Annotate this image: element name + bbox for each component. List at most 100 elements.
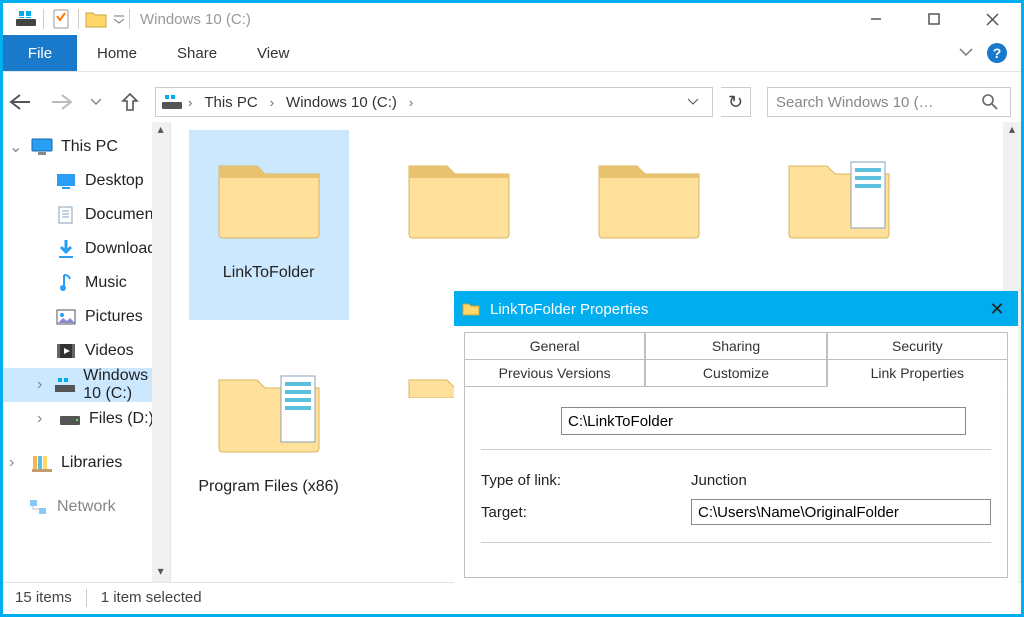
back-button[interactable]	[3, 85, 37, 119]
separator	[129, 9, 130, 29]
maximize-button[interactable]	[905, 3, 963, 35]
separator	[43, 9, 44, 29]
folder-program-files-x86[interactable]: Program Files (x86)	[189, 344, 349, 534]
search-box[interactable]: Search Windows 10 (…	[767, 87, 1011, 117]
window-controls	[847, 3, 1021, 35]
nav-network[interactable]: Network	[3, 490, 170, 524]
expand-icon[interactable]: ›	[37, 376, 47, 394]
search-icon[interactable]	[982, 94, 1010, 110]
network-icon	[27, 496, 49, 518]
nav-desktop[interactable]: Desktop	[3, 164, 170, 198]
status-item-count: 15 items	[15, 589, 72, 606]
folder-linktofolder[interactable]: LinkToFolder	[189, 130, 349, 320]
target-label: Target:	[481, 504, 691, 521]
ribbon-tabs: File Home Share View ?	[3, 35, 1021, 72]
navpane-scrollbar[interactable]: ▴ ▾	[152, 122, 170, 582]
folder-with-doc-icon	[209, 358, 329, 458]
folder-qat-icon[interactable]	[81, 5, 111, 33]
window-title: Windows 10 (C:)	[140, 11, 251, 28]
folder-icon	[589, 144, 709, 244]
chevron-right-icon[interactable]: ›	[405, 95, 417, 110]
dialog-tabstrip: General Sharing Security Previous Versio…	[464, 332, 1008, 387]
tab-previous-versions[interactable]: Previous Versions	[464, 359, 645, 387]
minimize-button[interactable]	[847, 3, 905, 35]
home-tab[interactable]: Home	[77, 35, 157, 71]
nav-music[interactable]: Music	[3, 266, 170, 300]
documents-icon	[55, 204, 77, 226]
type-of-link-value: Junction	[691, 472, 747, 489]
scroll-up-icon[interactable]: ▴	[1003, 122, 1021, 140]
target-input[interactable]	[691, 499, 991, 525]
tab-panel-link-properties: Type of link: Junction Target:	[464, 387, 1008, 578]
scroll-up-icon[interactable]: ▴	[152, 122, 170, 140]
nav-drive-d[interactable]: › Files (D:)	[3, 402, 170, 436]
desktop-icon	[55, 170, 77, 192]
tab-general[interactable]: General	[464, 332, 645, 360]
tab-customize[interactable]: Customize	[645, 359, 826, 387]
nav-drive-c[interactable]: › Windows 10 (C:)	[3, 368, 170, 402]
tab-link-properties[interactable]: Link Properties	[827, 359, 1008, 387]
app-icon[interactable]	[11, 5, 41, 33]
nav-toolbar: › This PC › Windows 10 (C:) › ↻ Search W…	[3, 72, 1021, 122]
ribbon-expand-icon[interactable]	[959, 48, 973, 58]
nav-label: Videos	[85, 342, 134, 360]
forward-button[interactable]	[45, 85, 79, 119]
share-tab[interactable]: Share	[157, 35, 237, 71]
quick-access-toolbar	[11, 5, 132, 33]
nav-documents[interactable]: Documents	[3, 198, 170, 232]
separator	[86, 589, 87, 607]
view-tab[interactable]: View	[237, 35, 309, 71]
drive-icon	[55, 374, 75, 396]
drive-icon	[160, 89, 184, 115]
expand-icon[interactable]: ⌄	[9, 137, 23, 157]
help-icon[interactable]: ?	[987, 43, 1007, 63]
chevron-right-icon[interactable]: ›	[266, 95, 278, 110]
scroll-down-icon[interactable]: ▾	[152, 564, 170, 582]
folder-icon	[209, 144, 329, 244]
libraries-icon	[31, 452, 53, 474]
history-dropdown-icon[interactable]	[87, 85, 105, 119]
nav-label: This PC	[61, 138, 118, 156]
folder-label: Program Files (x86)	[198, 478, 338, 496]
nav-libraries[interactable]: › Libraries	[3, 446, 170, 480]
folder-icon	[462, 301, 480, 317]
chevron-right-icon[interactable]: ›	[184, 95, 196, 110]
drive-icon	[59, 408, 81, 430]
nav-downloads[interactable]: Downloads	[3, 232, 170, 266]
music-icon	[55, 272, 77, 294]
nav-videos[interactable]: Videos	[3, 334, 170, 368]
refresh-button[interactable]: ↻	[721, 87, 751, 117]
close-button[interactable]	[963, 3, 1021, 35]
nav-label: Libraries	[61, 454, 122, 472]
separator	[78, 9, 79, 29]
window-titlebar: Windows 10 (C:)	[3, 3, 1021, 35]
expand-icon[interactable]: ›	[37, 410, 51, 428]
address-dropdown-icon[interactable]	[688, 98, 712, 106]
nav-label: Music	[85, 274, 127, 292]
tab-sharing[interactable]: Sharing	[645, 332, 826, 360]
file-tab[interactable]: File	[3, 35, 77, 71]
nav-label: Desktop	[85, 172, 144, 190]
nav-label: Files (D:)	[89, 410, 154, 428]
nav-pictures[interactable]: Pictures	[3, 300, 170, 334]
tab-security[interactable]: Security	[827, 332, 1008, 360]
nav-this-pc[interactable]: ⌄ This PC	[3, 130, 170, 164]
dialog-titlebar[interactable]: LinkToFolder Properties ✕	[454, 292, 1018, 326]
folder-with-doc-icon	[779, 144, 899, 244]
nav-label: Pictures	[85, 308, 143, 326]
monitor-icon	[31, 136, 53, 158]
downloads-icon	[55, 238, 77, 260]
nav-label: Network	[57, 498, 116, 516]
breadcrumb-this-pc[interactable]: This PC	[196, 88, 265, 116]
up-button[interactable]	[113, 85, 147, 119]
qat-dropdown-icon[interactable]	[111, 5, 127, 33]
link-path-input[interactable]	[561, 407, 966, 435]
pictures-icon	[55, 306, 77, 328]
expand-icon[interactable]: ›	[9, 454, 23, 472]
breadcrumb-drive[interactable]: Windows 10 (C:)	[278, 88, 405, 116]
separator	[481, 449, 991, 450]
properties-qat-icon[interactable]	[46, 5, 76, 33]
address-bar[interactable]: › This PC › Windows 10 (C:) ›	[155, 87, 713, 117]
dialog-close-button[interactable]: ✕	[976, 299, 1018, 320]
folder-icon	[399, 144, 519, 244]
